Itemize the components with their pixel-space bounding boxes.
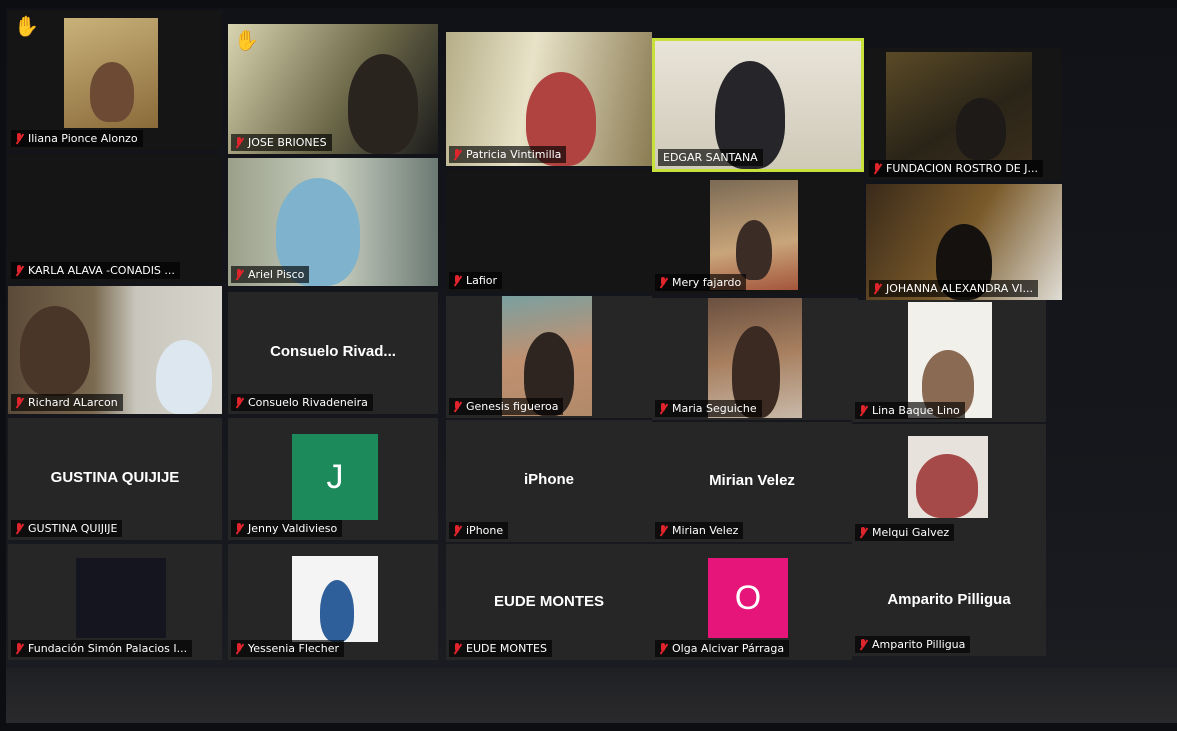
participant-label: Genesis figueroa bbox=[449, 398, 564, 415]
tile-ariel[interactable]: Ariel Pisco bbox=[228, 158, 438, 286]
muted-mic-icon bbox=[14, 132, 24, 145]
tile-melqui[interactable]: Melqui Galvez bbox=[852, 424, 1046, 544]
muted-mic-icon bbox=[658, 524, 668, 537]
tile-iliana[interactable]: ✋ Iliana Pionce Alonzo bbox=[8, 10, 222, 150]
participant-label: KARLA ALAVA -CONADIS ... bbox=[11, 262, 180, 279]
muted-mic-icon bbox=[452, 148, 462, 161]
muted-mic-icon bbox=[858, 526, 868, 539]
muted-mic-icon bbox=[14, 522, 24, 535]
person-silhouette bbox=[90, 62, 134, 122]
muted-mic-icon bbox=[658, 642, 668, 655]
person-silhouette bbox=[736, 220, 772, 280]
tile-olga[interactable]: O Olga Alcivar Párraga bbox=[652, 544, 852, 660]
muted-mic-icon bbox=[658, 276, 668, 289]
participant-name-display: iPhone bbox=[523, 471, 574, 489]
tile-mirian[interactable]: Mirian Velez Mirian Velez bbox=[652, 422, 852, 542]
meeting-bottom-area bbox=[6, 668, 1177, 723]
participant-name-display: Amparito Pilligua bbox=[887, 591, 1011, 609]
participant-label: Lina Baque Lino bbox=[855, 402, 965, 419]
participant-label: JOHANNA ALEXANDRA VI... bbox=[869, 280, 1039, 297]
participant-name-display: EUDE MONTES bbox=[493, 592, 604, 610]
tile-amparito[interactable]: Amparito Pilligua Amparito Pilligua bbox=[852, 544, 1046, 656]
participant-label: Richard ALarcon bbox=[11, 394, 123, 411]
tile-karla[interactable]: KARLA ALAVA -CONADIS ... bbox=[8, 154, 222, 282]
participant-label: Fundación Simón Palacios I... bbox=[11, 640, 193, 657]
participant-name-display: Mirian Velez bbox=[709, 472, 795, 490]
muted-mic-icon bbox=[14, 264, 24, 277]
tile-fundacion-rostro[interactable]: FUNDACION ROSTRO DE J... bbox=[866, 48, 1062, 180]
participant-label: EUDE MONTES bbox=[449, 640, 552, 657]
muted-mic-icon bbox=[872, 162, 882, 175]
muted-mic-icon bbox=[452, 274, 462, 287]
muted-mic-icon bbox=[234, 136, 244, 149]
muted-mic-icon bbox=[452, 642, 462, 655]
person-silhouette bbox=[20, 306, 90, 396]
tile-eude[interactable]: EUDE MONTES EUDE MONTES bbox=[446, 544, 652, 660]
participant-label: Iliana Pionce Alonzo bbox=[11, 130, 143, 147]
tile-edgar-active-speaker[interactable]: EDGAR SANTANA bbox=[652, 38, 864, 172]
tile-lafior[interactable]: Lafior bbox=[446, 170, 652, 292]
participant-label: Mirian Velez bbox=[655, 522, 744, 539]
participant-label: EDGAR SANTANA bbox=[658, 149, 763, 166]
person-silhouette bbox=[956, 98, 1006, 160]
tile-johanna[interactable]: JOHANNA ALEXANDRA VI... bbox=[866, 184, 1062, 300]
participant-label: Lafior bbox=[449, 272, 503, 289]
participant-label: Yessenia Flecher bbox=[231, 640, 344, 657]
video-feed bbox=[76, 558, 166, 638]
muted-mic-icon bbox=[858, 638, 868, 651]
tile-jenny[interactable]: J Jenny Valdivieso bbox=[228, 418, 438, 540]
participant-label: Jenny Valdivieso bbox=[231, 520, 343, 537]
participant-label: GUSTINA QUIJIJE bbox=[11, 520, 123, 537]
tile-iphone[interactable]: iPhone iPhone bbox=[446, 420, 652, 542]
muted-mic-icon bbox=[234, 396, 244, 409]
participant-label: iPhone bbox=[449, 522, 509, 539]
person-silhouette bbox=[156, 340, 212, 414]
person-silhouette bbox=[916, 454, 978, 518]
tile-lina[interactable]: Lina Baque Lino bbox=[852, 300, 1046, 422]
tile-fundacion-simon[interactable]: Fundación Simón Palacios I... bbox=[8, 544, 222, 660]
participant-label: Ariel Pisco bbox=[231, 266, 310, 283]
participant-label: Mery fajardo bbox=[655, 274, 747, 291]
muted-mic-icon bbox=[234, 642, 244, 655]
tile-richard[interactable]: Richard ALarcon bbox=[8, 286, 222, 414]
muted-mic-icon bbox=[872, 282, 882, 295]
tile-patricia[interactable]: Patricia Vintimilla bbox=[446, 32, 652, 166]
participant-label: Patricia Vintimilla bbox=[449, 146, 567, 163]
tile-genesis[interactable]: Genesis figueroa bbox=[446, 296, 652, 418]
muted-mic-icon bbox=[452, 400, 462, 413]
participant-label: FUNDACION ROSTRO DE J... bbox=[869, 160, 1043, 177]
participant-label: JOSE BRIONES bbox=[231, 134, 332, 151]
muted-mic-icon bbox=[658, 402, 668, 415]
tile-maria[interactable]: Maria Seguiche bbox=[652, 298, 858, 420]
avatar: J bbox=[292, 434, 378, 520]
muted-mic-icon bbox=[234, 522, 244, 535]
muted-mic-icon bbox=[452, 524, 462, 537]
participant-name-display: Consuelo Rivad... bbox=[270, 343, 396, 361]
person-silhouette bbox=[348, 54, 418, 154]
participant-label: Amparito Pilligua bbox=[855, 636, 971, 653]
participant-label: Consuelo Rivadeneira bbox=[231, 394, 373, 411]
raised-hand-icon: ✋ bbox=[234, 28, 259, 52]
muted-mic-icon bbox=[14, 396, 24, 409]
tile-mery[interactable]: Mery fajardo bbox=[652, 176, 864, 294]
muted-mic-icon bbox=[14, 642, 24, 655]
meeting-screen: ✋ Iliana Pionce Alonzo ✋ JOSE BRIONES Pa… bbox=[6, 8, 1177, 723]
muted-mic-icon bbox=[234, 268, 244, 281]
tile-jose[interactable]: ✋ JOSE BRIONES bbox=[228, 24, 438, 154]
participant-label: Olga Alcivar Párraga bbox=[655, 640, 790, 657]
person-silhouette bbox=[320, 580, 354, 642]
avatar: O bbox=[708, 558, 788, 638]
raised-hand-icon: ✋ bbox=[14, 14, 39, 38]
participant-label: Melqui Galvez bbox=[855, 524, 955, 541]
participant-label: Maria Seguiche bbox=[655, 400, 762, 417]
participant-name-display: GUSTINA QUIJIJE bbox=[50, 469, 180, 487]
muted-mic-icon bbox=[858, 404, 868, 417]
tile-gustina[interactable]: GUSTINA QUIJIJE GUSTINA QUIJIJE bbox=[8, 418, 222, 540]
tile-yessenia[interactable]: Yessenia Flecher bbox=[228, 544, 438, 660]
tile-consuelo[interactable]: Consuelo Rivad... Consuelo Rivadeneira bbox=[228, 292, 438, 414]
